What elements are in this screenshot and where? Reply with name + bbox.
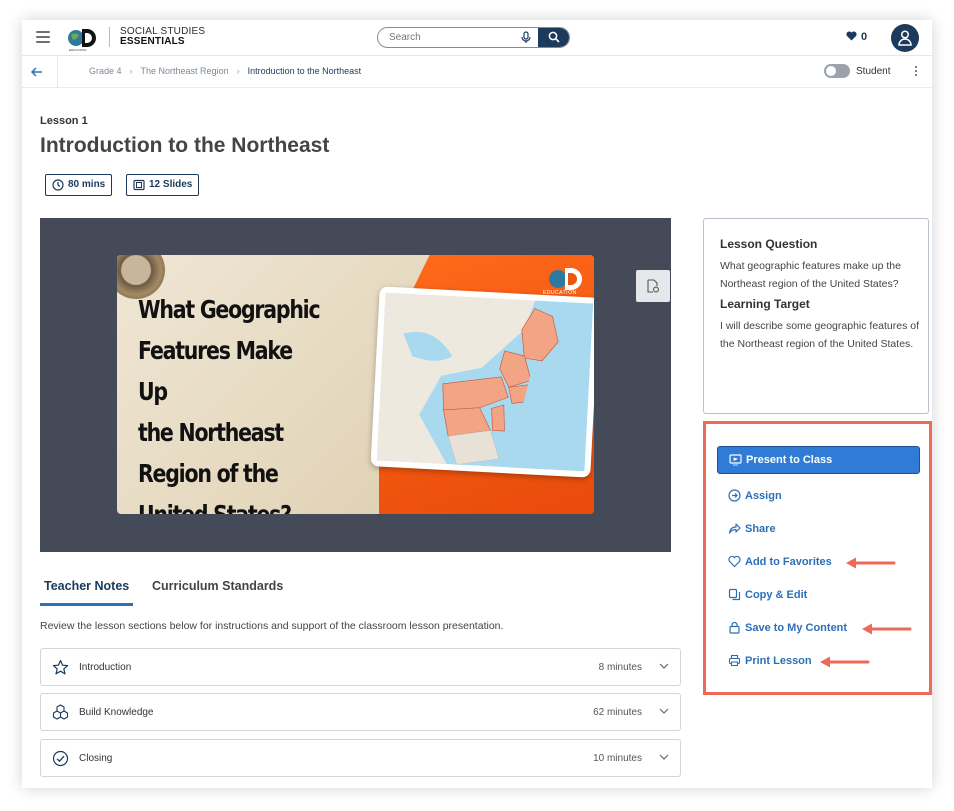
lesson-number: Lesson 1 (40, 115, 88, 127)
share-icon (728, 523, 741, 534)
section-duration: 62 minutes (593, 707, 642, 718)
assign-label: Assign (745, 490, 782, 502)
page-title: Introduction to the Northeast (40, 134, 330, 157)
section-closing[interactable]: Closing 10 minutes (40, 739, 681, 777)
clock-icon (52, 179, 64, 191)
slides-count-text: 12 Slides (149, 179, 193, 190)
back-arrow-icon[interactable] (30, 65, 44, 79)
breadcrumb-divider (57, 56, 58, 88)
slide-brand-text: EDUCATION (543, 290, 577, 296)
breadcrumb: Grade 4 › The Northeast Region › Introductio… (89, 66, 361, 76)
active-tab-indicator (40, 603, 133, 606)
search-icon (548, 31, 560, 43)
duration-text: 80 mins (68, 179, 106, 190)
chevron-down-icon (659, 663, 669, 669)
favorites-counter[interactable]: 0 (846, 31, 867, 43)
student-view-toggle[interactable] (824, 64, 850, 78)
check-circle-icon (52, 750, 69, 767)
section-name: Closing (79, 753, 113, 764)
assign-arrow-icon (728, 489, 741, 502)
lesson-question-heading: Lesson Question (720, 237, 818, 251)
section-build-knowledge[interactable]: Build Knowledge 62 minutes (40, 693, 681, 731)
discovery-logo-icon[interactable]: EDUCATION (66, 26, 96, 52)
section-duration: 10 minutes (593, 753, 642, 764)
search-bar (377, 27, 570, 48)
search-input[interactable] (378, 28, 538, 47)
breadcrumb-item-unit[interactable]: The Northeast Region (141, 66, 229, 76)
slide-title: What Geographic Features Make Up the Nor… (138, 289, 327, 514)
section-introduction[interactable]: Introduction 8 minutes (40, 648, 681, 686)
blocks-icon (52, 704, 69, 720)
lesson-info-card: Lesson Question What geographic features… (703, 218, 929, 414)
slide-title-line: What Geographic (138, 295, 321, 324)
present-to-class-button[interactable]: Present to Class (717, 446, 920, 474)
logo-divider (109, 27, 110, 47)
lesson-actions-panel: Present to Class Assign Share Add to Fav… (703, 421, 932, 695)
discovery-education-logo-icon (549, 268, 582, 290)
app-frame: EDUCATION SOCIAL STUDIES ESSENTIALS Sear… (22, 20, 932, 788)
breadcrumb-item-grade[interactable]: Grade 4 (89, 66, 122, 76)
learning-target-heading: Learning Target (720, 297, 810, 311)
slide-preview-area: What Geographic Features Make Up the Nor… (40, 218, 671, 552)
breadcrumb-bar: Grade 4 › The Northeast Region › Introductio… (22, 56, 932, 88)
tab-teacher-notes[interactable]: Teacher Notes (44, 579, 129, 593)
duration-badge: 80 mins (45, 174, 113, 196)
annotation-arrow-icon (862, 623, 912, 635)
product-name: SOCIAL STUDIES ESSENTIALS (120, 27, 205, 47)
slides-badge: 12 Slides (126, 174, 200, 196)
menu-icon[interactable] (36, 31, 50, 43)
chevron-down-icon (659, 708, 669, 714)
chevron-down-icon (659, 754, 669, 760)
student-toggle-label: Student (856, 66, 891, 77)
user-icon (898, 30, 912, 46)
learning-target-text: I will describe some geographic features… (720, 320, 920, 350)
lock-icon (729, 621, 740, 634)
top-bar: EDUCATION SOCIAL STUDIES ESSENTIALS Sear… (22, 20, 932, 56)
copy-and-edit-label: Copy & Edit (745, 589, 808, 601)
heart-outline-icon (728, 555, 741, 568)
tab-curriculum-standards[interactable]: Curriculum Standards (152, 579, 283, 593)
section-name: Introduction (79, 662, 132, 673)
breadcrumb-item-current: Introduction to the Northeast (247, 66, 362, 76)
annotation-arrow-icon (846, 557, 896, 569)
annotation-arrow-icon (820, 656, 870, 668)
slide-title-line: United States? (138, 494, 327, 514)
copy-icon (728, 588, 741, 601)
slides-icon (133, 179, 145, 191)
more-options-icon[interactable] (914, 66, 918, 78)
section-duration: 8 minutes (598, 662, 642, 673)
slide-title-line: Region of the (138, 459, 279, 488)
lesson-question-text: What geographic features make up the Nor… (720, 260, 901, 290)
slide-title-line: Features Make Up (138, 336, 293, 406)
search-button[interactable] (538, 28, 569, 47)
present-icon (729, 454, 742, 466)
northeast-map-image (370, 286, 594, 478)
heart-icon (846, 31, 857, 41)
printer-icon (728, 654, 741, 667)
slide-thumbnail[interactable]: What Geographic Features Make Up the Nor… (117, 255, 594, 514)
present-label: Present to Class (746, 454, 833, 466)
teacher-notes-description: Review the lesson sections below for ins… (40, 620, 504, 632)
svg-text:EDUCATION: EDUCATION (69, 48, 86, 52)
chevron-right-icon: › (129, 66, 133, 76)
user-avatar-button[interactable] (891, 24, 919, 52)
map-graphic (376, 292, 594, 472)
slide-notes-button[interactable] (636, 270, 670, 302)
document-settings-icon (647, 279, 659, 293)
favorites-count: 0 (861, 31, 868, 43)
section-name: Build Knowledge (79, 707, 154, 718)
save-to-my-content-label: Save to My Content (745, 622, 848, 634)
print-lesson-label: Print Lesson (745, 655, 812, 667)
microphone-icon[interactable] (520, 31, 532, 44)
slide-title-line: the Northeast (138, 418, 284, 447)
add-to-favorites-label: Add to Favorites (745, 556, 832, 568)
chevron-right-icon: › (236, 66, 240, 76)
product-name-line2: ESSENTIALS (120, 36, 185, 47)
share-label: Share (745, 523, 776, 535)
star-icon (52, 659, 69, 675)
